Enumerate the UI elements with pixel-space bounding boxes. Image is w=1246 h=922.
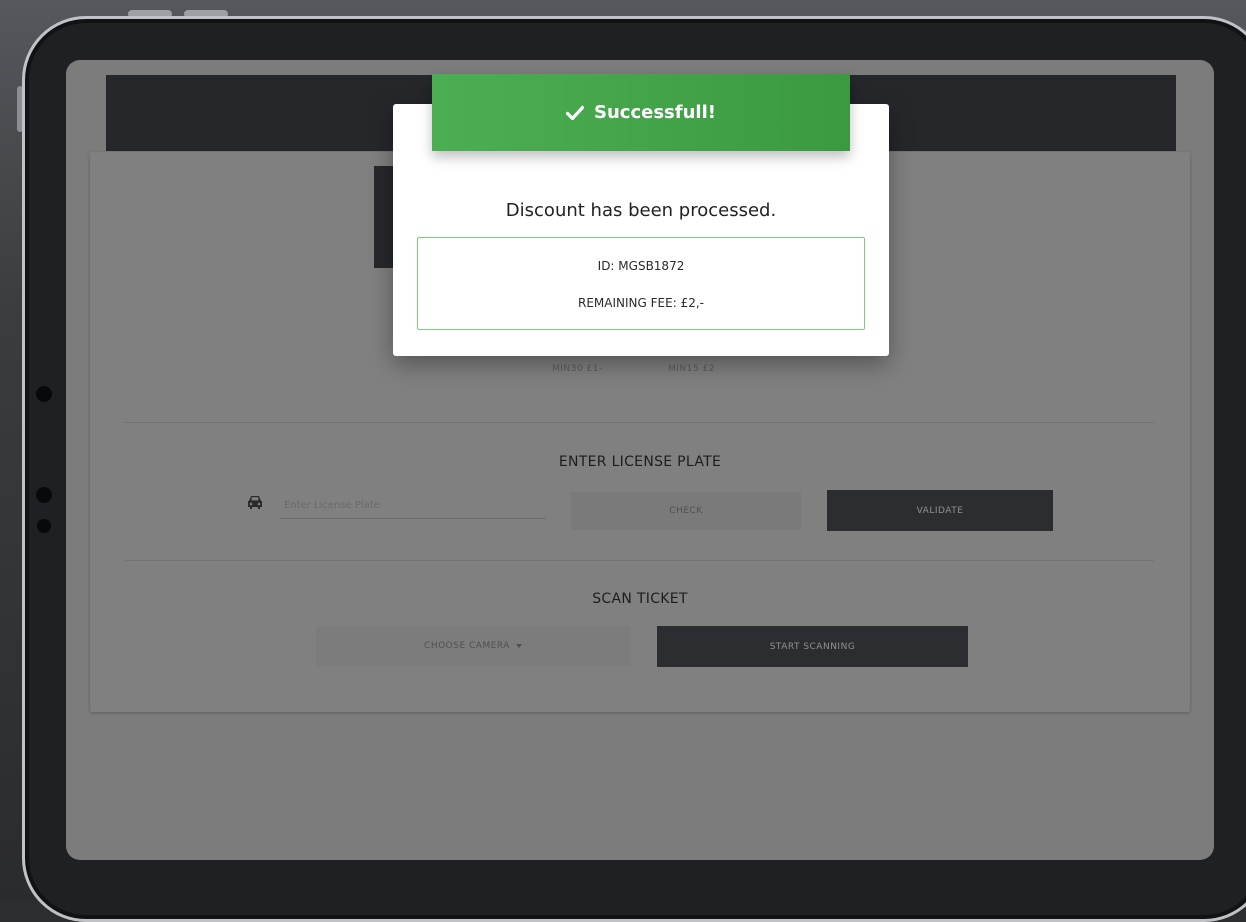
camera-dot [36, 487, 52, 503]
camera-dot [37, 519, 51, 533]
license-plate-input[interactable] [280, 492, 546, 519]
check-button[interactable]: CHECK [571, 492, 801, 530]
caret-down-icon [515, 644, 522, 648]
info-box: ID: MGSB1872 REMAINING FEE: £2,- [417, 237, 865, 330]
discount-option[interactable]: MIN15 £2 [668, 364, 715, 374]
divider [124, 560, 1154, 561]
divider [124, 422, 1154, 423]
license-section-title: ENTER LICENSE PLATE [558, 454, 722, 470]
choose-camera-dropdown[interactable]: CHOOSE CAMERA [316, 626, 630, 666]
checkmark-icon [566, 105, 585, 120]
modal-title: Successfull! [594, 102, 716, 123]
scan-section-title: SCAN TICKET [592, 591, 688, 607]
choose-camera-label: CHOOSE CAMERA [424, 641, 510, 651]
camera-dot [36, 386, 52, 402]
remaining-fee: REMAINING FEE: £2,- [578, 296, 704, 310]
ticket-id: ID: MGSB1872 [597, 259, 685, 273]
modal-header: Successfull! [432, 74, 850, 151]
start-scanning-button[interactable]: START SCANNING [657, 626, 968, 667]
validate-button[interactable]: VALIDATE [827, 490, 1053, 531]
car-icon [248, 496, 262, 509]
modal-message: Discount has been processed. [505, 200, 777, 221]
discount-option[interactable]: MIN30 £1- [552, 364, 603, 374]
